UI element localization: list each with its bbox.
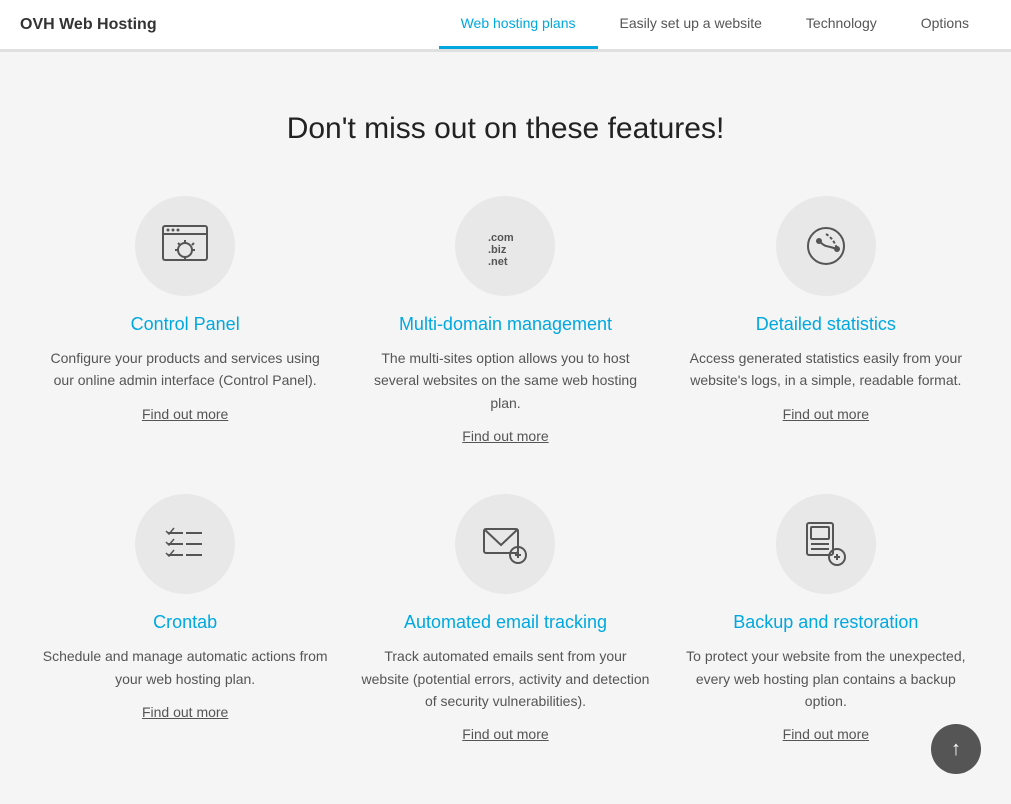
- detailed-statistics-link[interactable]: Find out more: [783, 406, 869, 422]
- control-panel-icon: [135, 196, 235, 296]
- detailed-statistics-icon: [776, 196, 876, 296]
- automated-email-link[interactable]: Find out more: [462, 726, 548, 742]
- section-title: Don't miss out on these features!: [40, 112, 971, 146]
- feature-card-control-panel: Control Panel Configure your products and…: [40, 196, 330, 444]
- nav-link-technology[interactable]: Technology: [784, 0, 899, 49]
- feature-card-automated-email: Automated email tracking Track automated …: [360, 494, 650, 742]
- crontab-description: Schedule and manage automatic actions fr…: [40, 645, 330, 690]
- multi-domain-link[interactable]: Find out more: [462, 428, 548, 444]
- nav-link-web-hosting-plans[interactable]: Web hosting plans: [439, 0, 598, 49]
- nav-link-options[interactable]: Options: [899, 0, 991, 49]
- back-to-top-button[interactable]: ↑: [931, 724, 981, 774]
- automated-email-icon: [455, 494, 555, 594]
- svg-text:.com: .com: [488, 232, 514, 244]
- multi-domain-description: The multi-sites option allows you to hos…: [360, 347, 650, 414]
- detailed-statistics-title: Detailed statistics: [756, 314, 896, 335]
- backup-restoration-icon: [776, 494, 876, 594]
- svg-text:.biz: .biz: [488, 244, 507, 256]
- multi-domain-icon: .com .biz .net: [455, 196, 555, 296]
- crontab-icon: [135, 494, 235, 594]
- svg-text:.net: .net: [488, 256, 508, 268]
- main-content: Don't miss out on these features! Contro…: [0, 52, 1011, 782]
- backup-restoration-description: To protect your website from the unexpec…: [681, 645, 971, 712]
- nav-links: Web hosting plansEasily set up a website…: [439, 0, 991, 49]
- crontab-link[interactable]: Find out more: [142, 704, 228, 720]
- backup-restoration-title: Backup and restoration: [733, 612, 918, 633]
- backup-restoration-link[interactable]: Find out more: [783, 726, 869, 742]
- nav-brand[interactable]: OVH Web Hosting: [20, 16, 157, 34]
- navbar: OVH Web Hosting Web hosting plansEasily …: [0, 0, 1011, 52]
- feature-card-multi-domain: .com .biz .net Multi-domain management Th…: [360, 196, 650, 444]
- crontab-title: Crontab: [153, 612, 217, 633]
- multi-domain-title: Multi-domain management: [399, 314, 612, 335]
- automated-email-description: Track automated emails sent from your we…: [360, 645, 650, 712]
- feature-card-crontab: Crontab Schedule and manage automatic act…: [40, 494, 330, 742]
- control-panel-description: Configure your products and services usi…: [40, 347, 330, 392]
- nav-link-easily-set-up-a-website[interactable]: Easily set up a website: [598, 0, 784, 49]
- control-panel-link[interactable]: Find out more: [142, 406, 228, 422]
- feature-card-detailed-statistics: Detailed statistics Access generated stat…: [681, 196, 971, 444]
- detailed-statistics-description: Access generated statistics easily from …: [681, 347, 971, 392]
- features-grid: Control Panel Configure your products and…: [40, 196, 971, 742]
- control-panel-title: Control Panel: [131, 314, 240, 335]
- automated-email-title: Automated email tracking: [404, 612, 607, 633]
- feature-card-backup-restoration: Backup and restoration To protect your we…: [681, 494, 971, 742]
